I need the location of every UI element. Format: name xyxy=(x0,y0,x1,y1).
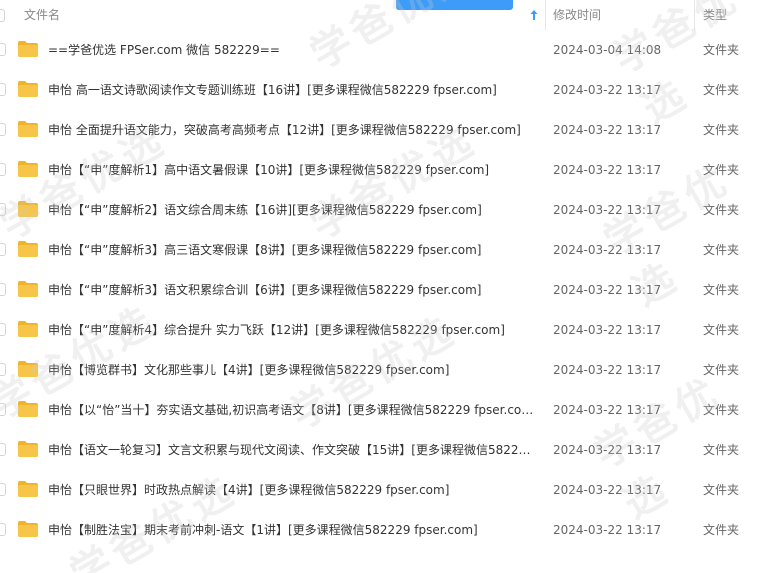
folder-icon xyxy=(17,520,39,538)
folder-row[interactable]: 申怡【“申”度解析3】语文积累综合训【6讲】[更多课程微信582229 fpse… xyxy=(0,270,765,310)
file-name[interactable]: 申怡【“申”度解析3】语文积累综合训【6讲】[更多课程微信582229 fpse… xyxy=(48,270,534,310)
modified-time: 2024-03-22 13:17 xyxy=(553,203,662,217)
file-type: 文件夹 xyxy=(703,483,740,497)
folder-icon xyxy=(17,280,39,298)
modified-time: 2024-03-22 13:17 xyxy=(553,403,662,417)
file-list: 文件名 修改时间 类型 ==学爸优选 FPSer.com 微信 582229==… xyxy=(0,0,765,573)
file-type: 文件夹 xyxy=(703,523,740,537)
file-name[interactable]: ==学爸优选 FPSer.com 微信 582229== xyxy=(48,30,534,70)
folder-icon xyxy=(17,240,39,258)
modified-time: 2024-03-22 13:17 xyxy=(553,243,662,257)
folder-icon xyxy=(17,360,39,378)
file-name[interactable]: 申怡 高一语文诗歌阅读作文专题训练班【16讲】[更多课程微信582229 fps… xyxy=(48,70,534,110)
file-name[interactable]: 申怡【“申”度解析2】语文综合周末练【16讲][更多课程微信582229 fps… xyxy=(48,190,534,230)
modified-time: 2024-03-22 13:17 xyxy=(553,123,662,137)
file-name[interactable]: 申怡 全面提升语文能力，突破高考高频考点【12讲】[更多课程微信582229 f… xyxy=(48,110,534,150)
folder-row[interactable]: 申怡【以“怡”当十】夯实语文基础,初识高考语文【8讲】[更多课程微信582229… xyxy=(0,390,765,430)
row-checkbox[interactable] xyxy=(0,163,6,176)
row-checkbox[interactable] xyxy=(0,483,6,496)
modified-time: 2024-03-22 13:17 xyxy=(553,483,662,497)
column-header-type[interactable]: 类型 xyxy=(703,0,727,30)
folder-row[interactable]: ==学爸优选 FPSer.com 微信 582229== 2024-03-04 1… xyxy=(0,30,765,70)
file-rows: ==学爸优选 FPSer.com 微信 582229== 2024-03-04 1… xyxy=(0,30,765,550)
file-name[interactable]: 申怡【“申”度解析1】高中语文暑假课【10讲】[更多课程微信582229 fps… xyxy=(48,150,534,190)
row-checkbox[interactable] xyxy=(0,363,6,376)
modified-time: 2024-03-22 13:17 xyxy=(553,163,662,177)
file-name[interactable]: 申怡【“申”度解析3】高三语文寒假课【8讲】[更多课程微信582229 fpse… xyxy=(48,230,534,270)
file-name[interactable]: 申怡【制胜法宝】期末考前冲刺-语文【1讲】[更多课程微信582229 fpser… xyxy=(48,510,534,550)
row-checkbox[interactable] xyxy=(0,523,6,536)
file-type: 文件夹 xyxy=(703,363,740,377)
modified-time: 2024-03-22 13:17 xyxy=(553,323,662,337)
file-type: 文件夹 xyxy=(703,203,740,217)
folder-row[interactable]: 申怡【制胜法宝】期末考前冲刺-语文【1讲】[更多课程微信582229 fpser… xyxy=(0,510,765,550)
row-checkbox[interactable] xyxy=(0,443,6,456)
folder-row[interactable]: 申怡 全面提升语文能力，突破高考高频考点【12讲】[更多课程微信582229 f… xyxy=(0,110,765,150)
file-type: 文件夹 xyxy=(703,403,740,417)
folder-icon xyxy=(17,200,39,218)
file-type: 文件夹 xyxy=(703,83,740,97)
folder-icon xyxy=(17,120,39,138)
modified-time: 2024-03-22 13:17 xyxy=(553,363,662,377)
folder-row[interactable]: 申怡【博览群书】文化那些事儿【4讲】[更多课程微信582229 fpser.co… xyxy=(0,350,765,390)
column-divider[interactable] xyxy=(545,0,546,30)
folder-row[interactable]: 申怡【“申”度解析2】语文综合周末练【16讲][更多课程微信582229 fps… xyxy=(0,190,765,230)
folder-icon xyxy=(17,40,39,58)
file-type: 文件夹 xyxy=(703,283,740,297)
file-type: 文件夹 xyxy=(703,443,740,457)
row-checkbox[interactable] xyxy=(0,83,6,96)
column-header-name[interactable]: 文件名 xyxy=(24,0,60,30)
folder-row[interactable]: 申怡【“申”度解析4】综合提升 实力飞跃【12讲】[更多课程微信582229 f… xyxy=(0,310,765,350)
file-name[interactable]: 申怡【“申”度解析4】综合提升 实力飞跃【12讲】[更多课程微信582229 f… xyxy=(48,310,534,350)
folder-row[interactable]: 申怡【只眼世界】时政热点解读【4讲】[更多课程微信582229 fpser.co… xyxy=(0,470,765,510)
file-type: 文件夹 xyxy=(703,323,740,337)
row-checkbox[interactable] xyxy=(0,43,6,56)
modified-time: 2024-03-22 13:17 xyxy=(553,283,662,297)
modified-time: 2024-03-22 13:17 xyxy=(553,443,662,457)
folder-icon xyxy=(17,80,39,98)
column-header-modified-time[interactable]: 修改时间 xyxy=(553,0,601,30)
file-type: 文件夹 xyxy=(703,123,740,137)
modified-time: 2024-03-22 13:17 xyxy=(553,83,662,97)
file-name[interactable]: 申怡【只眼世界】时政热点解读【4讲】[更多课程微信582229 fpser.co… xyxy=(48,470,534,510)
file-name[interactable]: 申怡【以“怡”当十】夯实语文基础,初识高考语文【8讲】[更多课程微信582229… xyxy=(48,390,534,430)
scroll-indicator xyxy=(396,0,513,10)
modified-time: 2024-03-22 13:17 xyxy=(553,523,662,537)
folder-icon xyxy=(17,480,39,498)
sort-ascending-arrow-icon[interactable] xyxy=(527,8,541,22)
column-divider[interactable] xyxy=(694,0,695,30)
file-name[interactable]: 申怡【博览群书】文化那些事儿【4讲】[更多课程微信582229 fpser.co… xyxy=(48,350,534,390)
folder-row[interactable]: 申怡【“申”度解析3】高三语文寒假课【8讲】[更多课程微信582229 fpse… xyxy=(0,230,765,270)
modified-time: 2024-03-04 14:08 xyxy=(553,43,662,57)
folder-icon xyxy=(17,400,39,418)
row-checkbox[interactable] xyxy=(0,323,6,336)
folder-icon xyxy=(17,320,39,338)
row-checkbox[interactable] xyxy=(0,243,6,256)
folder-icon xyxy=(17,160,39,178)
file-type: 文件夹 xyxy=(703,43,740,57)
file-type: 文件夹 xyxy=(703,163,740,177)
folder-row[interactable]: 申怡 高一语文诗歌阅读作文专题训练班【16讲】[更多课程微信582229 fps… xyxy=(0,70,765,110)
column-header: 文件名 修改时间 类型 xyxy=(0,0,765,30)
folder-icon xyxy=(17,440,39,458)
row-checkbox[interactable] xyxy=(0,203,6,216)
folder-row[interactable]: 申怡【语文一轮复习】文言文积累与现代文阅读、作文突破【15讲】[更多课程微信58… xyxy=(0,430,765,470)
file-name[interactable]: 申怡【语文一轮复习】文言文积累与现代文阅读、作文突破【15讲】[更多课程微信58… xyxy=(48,430,534,470)
select-all-checkbox[interactable] xyxy=(0,9,5,22)
file-type: 文件夹 xyxy=(703,243,740,257)
row-checkbox[interactable] xyxy=(0,403,6,416)
row-checkbox[interactable] xyxy=(0,123,6,136)
folder-row[interactable]: 申怡【“申”度解析1】高中语文暑假课【10讲】[更多课程微信582229 fps… xyxy=(0,150,765,190)
row-checkbox[interactable] xyxy=(0,283,6,296)
